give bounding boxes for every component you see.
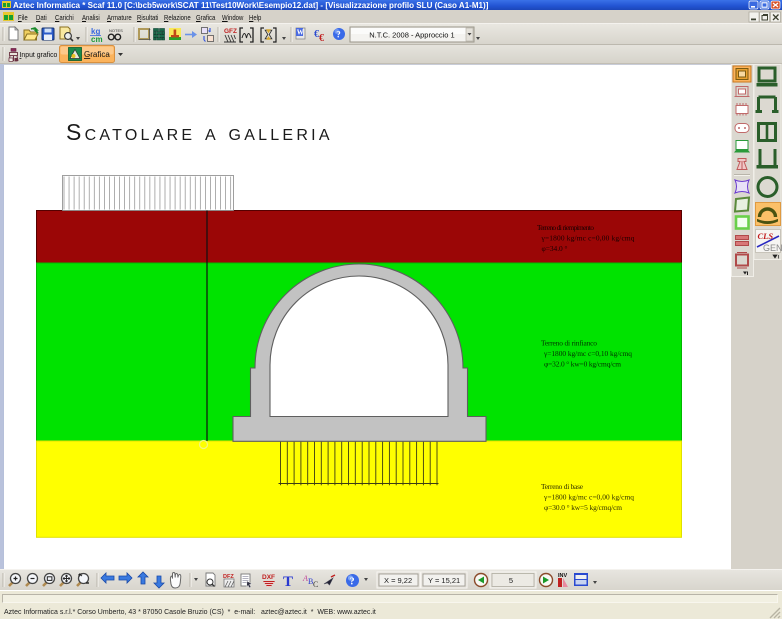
svg-text:DXF: DXF [262,574,275,581]
svg-text:?: ? [350,577,355,588]
svg-text:C: C [313,580,318,589]
svg-text:5: 5 [509,576,513,585]
svg-text:T: T [283,574,293,590]
svg-text:Y = 15,21: Y = 15,21 [428,576,460,585]
svg-text:X = 9,22: X = 9,22 [384,576,412,585]
